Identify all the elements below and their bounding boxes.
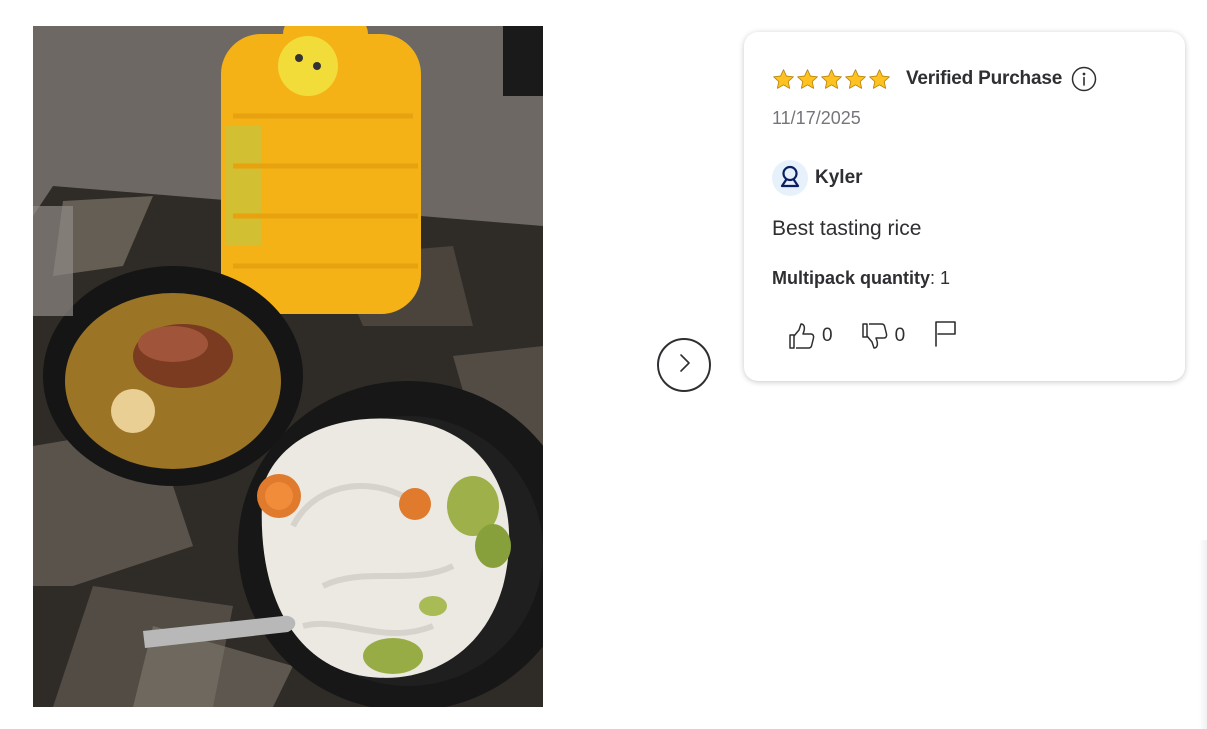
star-icon xyxy=(820,68,843,91)
page-edge-shadow xyxy=(1199,540,1207,729)
verified-purchase-label: Verified Purchase xyxy=(906,68,1063,89)
helpful-button[interactable]: 0 xyxy=(788,322,833,350)
info-icon[interactable] xyxy=(1071,66,1097,92)
unhelpful-button[interactable]: 0 xyxy=(861,322,906,350)
review-card: Verified Purchase 11/17/2025 Kyler Best … xyxy=(744,32,1185,381)
thumbs-up-icon xyxy=(788,322,816,350)
review-text: Best tasting rice xyxy=(772,217,922,240)
avatar xyxy=(772,160,808,196)
user-icon xyxy=(778,164,802,193)
review-date: 11/17/2025 xyxy=(772,108,861,128)
review-author: Kyler xyxy=(772,160,863,196)
star-rating xyxy=(772,68,891,91)
rating-row: Verified Purchase xyxy=(772,66,1097,92)
star-icon xyxy=(772,68,795,91)
star-icon xyxy=(868,68,891,91)
thumbs-down-icon xyxy=(861,322,889,350)
review-attribute: Multipack quantity: 1 xyxy=(772,268,950,289)
unhelpful-count: 0 xyxy=(894,324,906,346)
author-name: Kyler xyxy=(815,167,863,188)
report-review-button[interactable] xyxy=(933,319,959,352)
attribute-value: : 1 xyxy=(930,268,951,288)
next-review-button[interactable] xyxy=(657,338,711,392)
food-photo-illustration xyxy=(33,26,543,707)
attribute-label: Multipack quantity xyxy=(772,268,931,288)
review-photo[interactable] xyxy=(33,26,543,707)
star-icon xyxy=(796,68,819,91)
review-actions: 0 0 xyxy=(788,319,959,352)
flag-icon xyxy=(933,319,959,352)
review-page: Verified Purchase 11/17/2025 Kyler Best … xyxy=(0,0,1207,729)
chevron-right-icon xyxy=(673,352,695,379)
star-icon xyxy=(844,68,867,91)
helpful-count: 0 xyxy=(822,324,833,346)
